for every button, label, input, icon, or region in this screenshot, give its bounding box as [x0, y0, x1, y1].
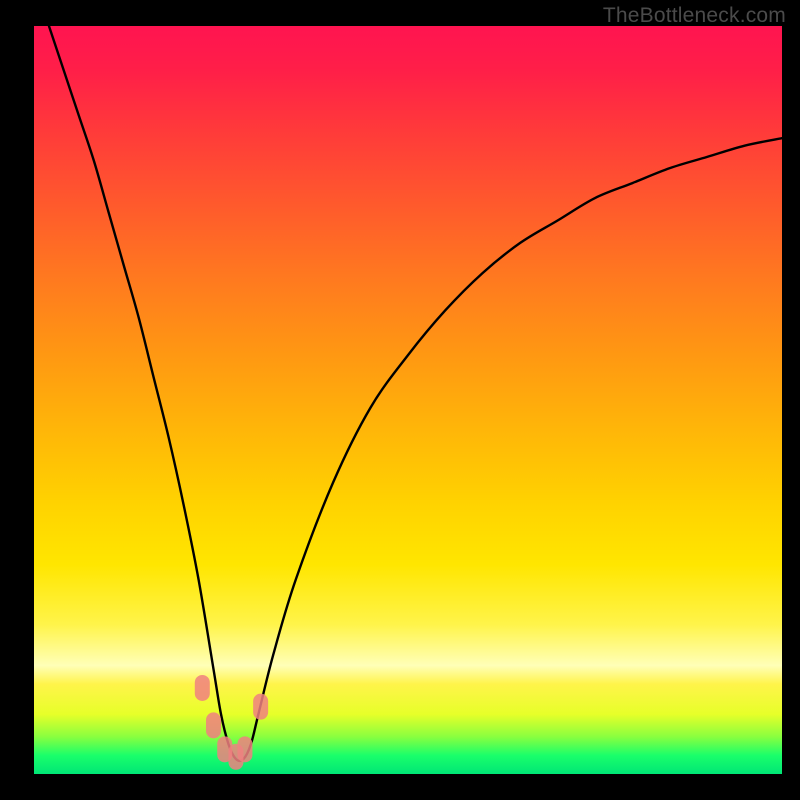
marker-dot — [195, 675, 210, 701]
bottleneck-curve — [49, 26, 782, 761]
marker-dot — [253, 694, 268, 720]
watermark-text: TheBottleneck.com — [603, 4, 786, 28]
plot-area — [34, 26, 782, 774]
marker-dot — [237, 736, 252, 762]
marker-dot — [206, 712, 221, 738]
curve-layer — [34, 26, 782, 774]
chart-frame: TheBottleneck.com — [0, 0, 800, 800]
